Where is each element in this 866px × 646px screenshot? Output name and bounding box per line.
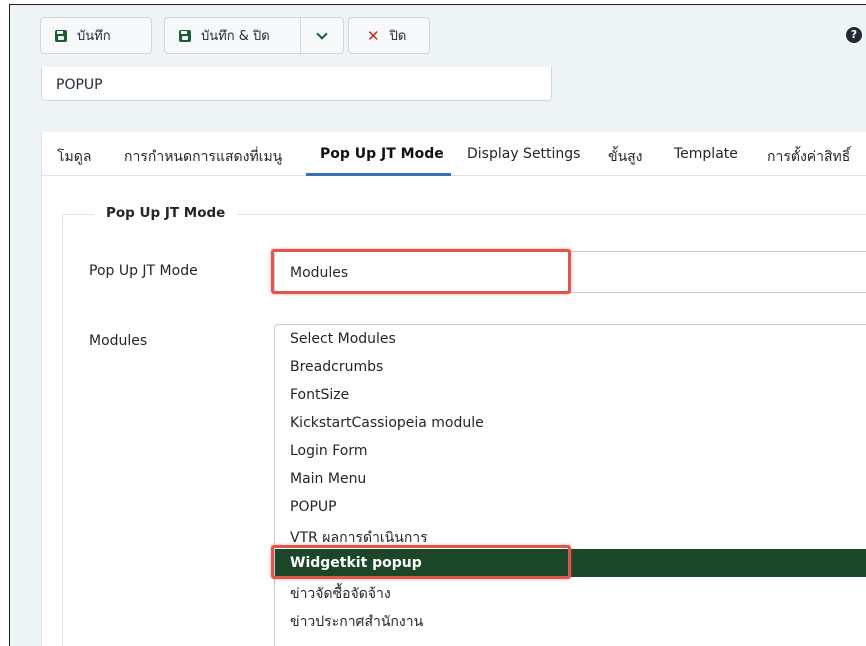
tab-display-settings[interactable]: Display Settings xyxy=(467,146,580,162)
highlight-box xyxy=(271,545,571,579)
list-item[interactable]: ข่าวประกาศสำนักงาน xyxy=(275,605,866,633)
app-frame: บันทึก บันทึก & ปิด ✕ ปิด ? POPUP โมดูล … xyxy=(9,4,866,646)
toolbar: บันทึก บันทึก & ปิด ✕ ปิด ? xyxy=(10,5,866,67)
list-item[interactable]: Login Form xyxy=(275,437,866,465)
modules-field-label: Modules xyxy=(89,333,148,349)
tab-menu-assignment[interactable]: การกำหนดการแสดงที่เมนู xyxy=(124,146,282,168)
tab-popup-jt-mode[interactable]: Pop Up JT Mode xyxy=(320,146,444,162)
tab-bar: โมดูล การกำหนดการแสดงที่เมนู Pop Up JT M… xyxy=(42,132,866,176)
list-item[interactable]: FontSize xyxy=(275,381,866,409)
save-label: บันทึก xyxy=(77,29,111,44)
modules-listbox[interactable]: Select Modules Breadcrumbs FontSize Kick… xyxy=(274,324,866,646)
highlight-box xyxy=(271,249,571,294)
tab-template[interactable]: Template xyxy=(674,146,738,162)
close-label: ปิด xyxy=(389,29,407,44)
list-item[interactable]: Breadcrumbs xyxy=(275,353,866,381)
save-button[interactable]: บันทึก xyxy=(40,17,152,54)
mode-field-label: Pop Up JT Mode xyxy=(89,263,198,279)
tab-advanced[interactable]: ขั้นสูง xyxy=(608,146,643,168)
module-title-field[interactable]: POPUP xyxy=(41,67,552,101)
close-icon: ✕ xyxy=(367,26,380,45)
tab-module[interactable]: โมดูล xyxy=(57,146,91,168)
fieldset-legend: Pop Up JT Mode xyxy=(94,205,238,221)
active-tab-indicator xyxy=(306,173,451,176)
chevron-down-icon xyxy=(316,27,328,40)
save-icon xyxy=(179,29,191,42)
save-close-label: บันทึก & ปิด xyxy=(201,29,270,44)
close-button[interactable]: ✕ ปิด xyxy=(348,17,430,54)
list-item[interactable]: KickstartCassiopeia module xyxy=(275,409,866,437)
list-item[interactable]: POPUP xyxy=(275,493,866,521)
save-options-dropdown[interactable] xyxy=(300,18,343,53)
save-icon xyxy=(55,29,67,42)
tab-permissions[interactable]: การตั้งค่าสิทธิ์ xyxy=(767,146,850,168)
save-close-button[interactable]: บันทึก & ปิด xyxy=(164,17,344,54)
list-item[interactable]: Select Modules xyxy=(275,325,866,353)
help-icon[interactable]: ? xyxy=(846,27,862,43)
list-item[interactable]: Main Menu xyxy=(275,465,866,493)
module-edit-card: โมดูล การกำหนดการแสดงที่เมนู Pop Up JT M… xyxy=(41,132,866,646)
list-item[interactable]: ข่าวจัดซื้อจัดจ้าง xyxy=(275,577,866,605)
